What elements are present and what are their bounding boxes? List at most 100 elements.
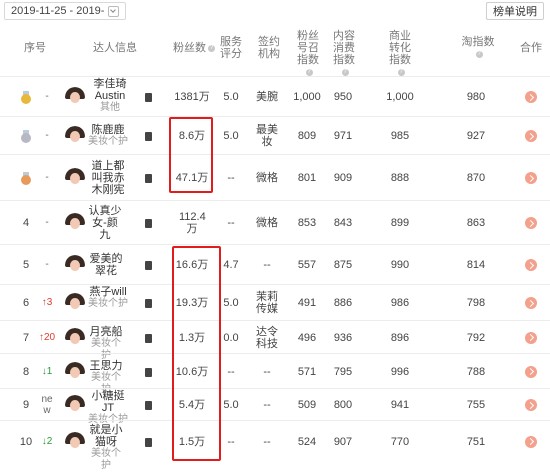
coop-cell[interactable] (520, 77, 542, 117)
coop-cell[interactable] (520, 201, 542, 245)
trend-indicator-value: ↑3 (41, 297, 53, 308)
avatar[interactable] (65, 255, 85, 275)
table-row[interactable]: 7 ↑20 月亮船 美妆个护 1.3万 0.0 达令科技 496 936 896 792 (0, 320, 550, 361)
talent-name[interactable]: 月亮船 (88, 326, 124, 338)
content-index-value: 800 (333, 399, 353, 411)
col-fans-index[interactable]: 粉丝号召指数? (296, 30, 320, 78)
coop-arrow-icon[interactable] (525, 130, 537, 142)
fans-index: 809 (290, 117, 324, 155)
coop-cell[interactable] (520, 245, 542, 285)
talent-name[interactable]: 陈鹿鹿 (88, 124, 128, 136)
fans-count-value: 112.4万 (179, 211, 206, 235)
service-score: -- (220, 201, 242, 245)
platform-icon (145, 261, 152, 270)
coop-arrow-icon[interactable] (525, 331, 537, 344)
col-content-index[interactable]: 内容消费指数? (332, 30, 356, 78)
coop-cell[interactable] (520, 321, 542, 354)
question-icon: ? (208, 44, 215, 52)
coop-arrow-icon[interactable] (525, 259, 537, 271)
table-row[interactable]: - 李佳琦Austin 其他 1381万 5.0 美腕 1,000 950 1,000 980 (0, 76, 550, 117)
coop-cell[interactable] (520, 285, 542, 321)
coop-cell[interactable] (520, 421, 542, 462)
table-row[interactable]: 9 ne w 小糖挺JT 美妆个护 5.4万 5.0 -- 509 800 941 755 (0, 388, 550, 425)
trend-indicator-value: ↑20 (38, 331, 56, 343)
talent-name[interactable]: 王思力 (88, 360, 124, 372)
coop-arrow-icon[interactable] (525, 91, 537, 103)
talent-info[interactable]: 李佳琦Austin 其他 (88, 78, 132, 114)
tao-index-value: 814 (466, 259, 486, 271)
talent-name[interactable]: 道上都叫我赤木刚宪 (88, 160, 128, 196)
service-score-value: 5.0 (223, 399, 239, 411)
table-row[interactable]: - 道上都叫我赤木刚宪 47.1万 -- 微格 801 909 888 870 (0, 154, 550, 201)
service-score: 5.0 (220, 389, 242, 421)
rank-number: 7 (22, 331, 30, 344)
avatar[interactable] (65, 432, 85, 452)
coop-cell[interactable] (520, 389, 542, 421)
tao-index: 980 (458, 77, 494, 117)
talent-name[interactable]: 小糖挺JT (88, 390, 128, 414)
coop-cell[interactable] (520, 354, 542, 389)
avatar[interactable] (65, 87, 85, 107)
service-score: 5.0 (220, 285, 242, 321)
avatar[interactable] (65, 126, 85, 146)
coop-arrow-icon[interactable] (525, 399, 537, 411)
table-row[interactable]: 8 ↓1 王思力 美妆个护 10.6万 -- -- 571 795 996 788 (0, 353, 550, 395)
coop-cell[interactable] (520, 155, 542, 201)
coop-arrow-icon[interactable] (525, 435, 537, 448)
rank-number: 6 (22, 297, 30, 309)
coop-arrow-icon[interactable] (525, 217, 537, 229)
date-range-select[interactable]: 2019-11-25 - 2019- (4, 2, 127, 20)
question-icon: ? (305, 68, 313, 76)
avatar[interactable] (65, 362, 85, 382)
table-row[interactable]: - 陈鹿鹿 美妆个护 8.6万 5.0 最美妆 809 971 985 927 (0, 116, 550, 155)
agency-value: -- (263, 399, 271, 411)
avatar[interactable] (65, 213, 85, 233)
table-row[interactable]: 10 ↓2 就是小猫呀 美妆个护 1.5万 -- -- 524 907 770 751 (0, 420, 550, 471)
talent-name[interactable]: 燕子will (88, 286, 128, 298)
col-commerce-index-label: 商业转化指数 (389, 30, 411, 66)
talent-info[interactable]: 燕子will 美妆个护 (88, 286, 128, 310)
fans-count: 112.4万 (172, 201, 212, 245)
coop-arrow-icon[interactable] (525, 297, 537, 309)
avatar[interactable] (65, 293, 85, 313)
talent-info[interactable]: 陈鹿鹿 美妆个护 (88, 124, 128, 148)
rank-number: 9 (22, 399, 30, 411)
col-commerce-index[interactable]: 商业转化指数? (388, 30, 412, 78)
col-tao-index[interactable]: 淘指数? (460, 36, 496, 60)
avatar[interactable] (65, 168, 85, 188)
trend-indicator: - (36, 245, 58, 285)
fans-index-value: 571 (297, 365, 317, 378)
talent-name[interactable]: 认真少女-颜九 (88, 205, 122, 241)
coop-arrow-icon[interactable] (525, 365, 537, 378)
content-index-value: 936 (333, 331, 353, 344)
coop-cell[interactable] (520, 117, 542, 155)
agency-value: -- (263, 259, 271, 271)
table-row[interactable]: 6 ↑3 燕子will 美妆个护 19.3万 5.0 茉莉传媒 491 886 986 798 (0, 284, 550, 321)
tao-index: 814 (458, 245, 494, 285)
col-fans[interactable]: 粉丝数? (170, 42, 218, 54)
avatar[interactable] (65, 395, 85, 415)
trend-indicator-value: ne w (41, 394, 53, 416)
talent-name[interactable]: 就是小猫呀 (88, 424, 124, 448)
fans-index-value: 524 (297, 435, 317, 448)
talent-name[interactable]: 李佳琦Austin (88, 78, 132, 102)
table-row[interactable]: 5- 爱美的翠花 16.6万 4.7 -- 557 875 990 814 (0, 244, 550, 285)
rank-number: 5 (22, 259, 30, 271)
talent-info[interactable]: 爱美的翠花 (88, 253, 124, 277)
avatar[interactable] (65, 328, 85, 348)
commerce-index: 888 (378, 155, 422, 201)
coop-arrow-icon[interactable] (525, 172, 537, 184)
date-range-value: 2019-11-25 - 2019- (11, 5, 105, 17)
talent-info[interactable]: 认真少女-颜九 (88, 205, 122, 241)
table-row[interactable]: 4 - 认真少女-颜九 112.4万 -- 微格 853 843 899 863 (0, 200, 550, 245)
talent-info[interactable]: 就是小猫呀 美妆个护 (88, 424, 124, 472)
content-index: 800 (326, 389, 360, 421)
talent-name[interactable]: 爱美的翠花 (88, 253, 124, 277)
fans-index-value: 491 (297, 297, 317, 309)
talent-info[interactable]: 道上都叫我赤木刚宪 (88, 160, 128, 196)
agency: -- (252, 354, 282, 389)
agency: 茉莉传媒 (252, 285, 282, 321)
commerce-index-value: 888 (390, 172, 410, 184)
rank-explain-button[interactable]: 榜单说明 (486, 2, 544, 20)
service-score: -- (220, 155, 242, 201)
